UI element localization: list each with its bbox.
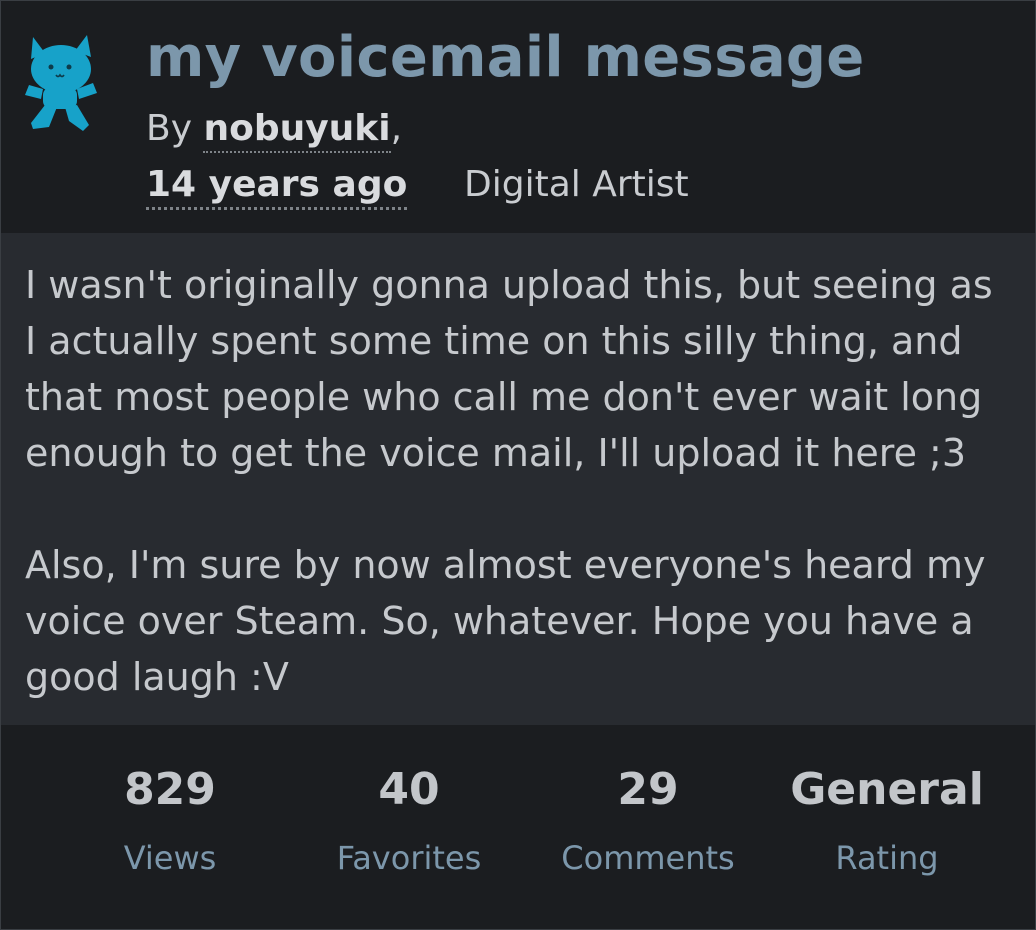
stats-bar: 829 Views 40 Favorites 29 Comments Gener…	[1, 725, 1035, 929]
stat-label: Comments	[561, 839, 735, 877]
description-panel: I wasn't originally gonna upload this, b…	[1, 233, 1035, 725]
byline: By nobuyuki,	[146, 105, 402, 153]
page-title[interactable]: my voicemail message	[146, 23, 865, 93]
submission-meta: 14 years ago Digital Artist	[146, 161, 689, 210]
submission-header: my voicemail message By nobuyuki, 14 yea…	[1, 1, 1035, 233]
stat-value: 29	[617, 764, 679, 815]
stat-label: Views	[123, 839, 217, 877]
submission-card: my voicemail message By nobuyuki, 14 yea…	[0, 0, 1036, 930]
posted-time[interactable]: 14 years ago	[146, 164, 408, 210]
avatar[interactable]	[23, 29, 99, 133]
stat-rating: General Rating	[767, 761, 1007, 879]
stat-label: Favorites	[336, 839, 482, 877]
description-paragraph: Also, I'm sure by now almost everyone's …	[25, 543, 986, 699]
by-label: By	[146, 108, 204, 149]
blue-cat-avatar-icon	[25, 35, 97, 131]
stat-label: Rating	[835, 839, 939, 877]
description-paragraph: I wasn't originally gonna upload this, b…	[25, 263, 993, 475]
stat-value: General	[790, 764, 984, 815]
artist-role: Digital Artist	[464, 164, 689, 205]
stat-favorites: 40 Favorites	[289, 761, 529, 879]
stat-value: 40	[378, 764, 440, 815]
stat-comments: 29 Comments	[528, 761, 768, 879]
stat-value: 829	[124, 764, 216, 815]
author-suffix: ,	[390, 108, 403, 149]
author-link[interactable]: nobuyuki	[203, 108, 391, 153]
stat-views: 829 Views	[50, 761, 290, 879]
